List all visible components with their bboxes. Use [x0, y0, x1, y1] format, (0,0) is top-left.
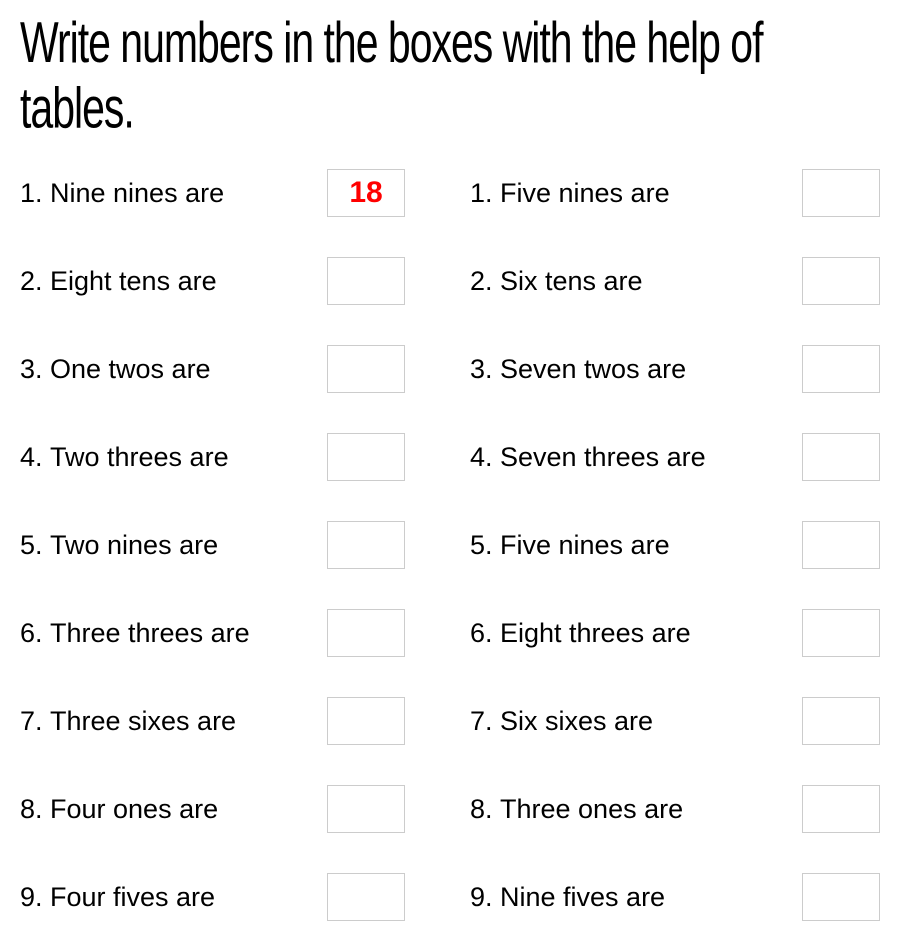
answer-input[interactable] [802, 257, 880, 305]
question-number: 6. [20, 618, 50, 649]
question-row: 4. Seven threes are [470, 413, 880, 501]
question-number: 3. [470, 354, 500, 385]
question-number: 7. [470, 706, 500, 737]
question-number: 8. [470, 794, 500, 825]
question-row: 4. Two threes are [20, 413, 430, 501]
question-row: 2. Six tens are [470, 237, 880, 325]
question-number: 7. [20, 706, 50, 737]
answer-input[interactable] [802, 521, 880, 569]
answer-input[interactable] [327, 169, 405, 217]
answer-input[interactable] [327, 785, 405, 833]
question-number: 3. [20, 354, 50, 385]
worksheet-title: Write numbers in the boxes with the help… [20, 10, 880, 142]
question-number: 4. [470, 442, 500, 473]
answer-input[interactable] [327, 521, 405, 569]
question-row: 3. One twos are [20, 325, 430, 413]
answer-input[interactable] [327, 609, 405, 657]
question-row: 1. Nine nines are [20, 149, 430, 237]
question-row: 8. Four ones are [20, 765, 430, 853]
worksheet-columns: 1. Nine nines are 2. Eight tens are 3. O… [20, 149, 880, 941]
question-row: 2. Eight tens are [20, 237, 430, 325]
answer-input[interactable] [802, 345, 880, 393]
question-row: 9. Nine fives are [470, 853, 880, 941]
question-row: 7. Three sixes are [20, 677, 430, 765]
answer-input[interactable] [327, 257, 405, 305]
question-number: 6. [470, 618, 500, 649]
answer-input[interactable] [802, 697, 880, 745]
question-row: 9. Four fives are [20, 853, 430, 941]
answer-input[interactable] [327, 697, 405, 745]
answer-input[interactable] [802, 169, 880, 217]
answer-input[interactable] [802, 433, 880, 481]
answer-input[interactable] [327, 433, 405, 481]
question-number: 2. [20, 266, 50, 297]
question-number: 9. [20, 882, 50, 913]
answer-input[interactable] [327, 345, 405, 393]
question-row: 6. Three threes are [20, 589, 430, 677]
question-number: 4. [20, 442, 50, 473]
question-row: 6. Eight threes are [470, 589, 880, 677]
question-number: 1. [470, 178, 500, 209]
question-row: 7. Six sixes are [470, 677, 880, 765]
answer-input[interactable] [802, 609, 880, 657]
answer-input[interactable] [802, 873, 880, 921]
question-row: 8. Three ones are [470, 765, 880, 853]
question-number: 8. [20, 794, 50, 825]
question-row: 3. Seven twos are [470, 325, 880, 413]
question-number: 9. [470, 882, 500, 913]
question-number: 5. [470, 530, 500, 561]
answer-input[interactable] [802, 785, 880, 833]
question-row: 1. Five nines are [470, 149, 880, 237]
column-left: 1. Nine nines are 2. Eight tens are 3. O… [20, 149, 430, 941]
question-number: 5. [20, 530, 50, 561]
question-row: 5. Two nines are [20, 501, 430, 589]
question-row: 5. Five nines are [470, 501, 880, 589]
answer-input[interactable] [327, 873, 405, 921]
column-right: 1. Five nines are 2. Six tens are 3. Sev… [470, 149, 880, 941]
question-number: 2. [470, 266, 500, 297]
question-number: 1. [20, 178, 50, 209]
